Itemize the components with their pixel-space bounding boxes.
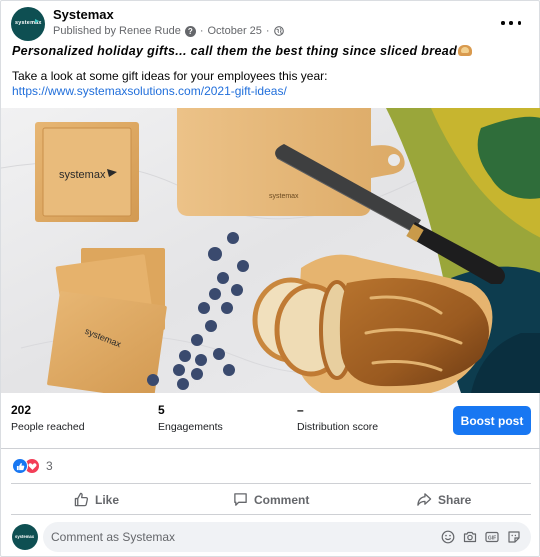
like-button[interactable]: Like (74, 484, 119, 515)
headline-text: Personalized holiday gifts... call them … (12, 44, 458, 58)
action-bar: Like Comment Share (11, 483, 531, 515)
share-icon (417, 493, 432, 506)
post-insights: 202 People reached 5 Engagements – Distr… (1, 393, 540, 449)
photo-brand-text: systemax (59, 169, 106, 181)
share-label: Share (438, 492, 472, 507)
like-icon (12, 458, 28, 474)
stat-label: Engagements (158, 421, 223, 433)
like-label: Like (95, 492, 120, 507)
post-meta: Published by Renee Rude ? · October 25 · (53, 25, 284, 37)
globe-icon (273, 26, 284, 36)
post-headline: Personalized holiday gifts... call them … (12, 44, 473, 58)
stat-label: Distribution score (297, 421, 379, 433)
avatar-logo-text: systemax (15, 534, 35, 539)
sticker-icon[interactable] (507, 530, 521, 544)
post-body: Take a look at some gift ideas for your … (12, 69, 328, 83)
post-header: systemax Systemax Published by Renee Rud… (11, 7, 529, 41)
gift-photo-image: systemax systemax systemax (1, 108, 540, 393)
stat-value: 5 (158, 403, 165, 417)
emoji-icon[interactable] (441, 530, 455, 544)
post-card: systemax Systemax Published by Renee Rud… (0, 0, 540, 557)
help-icon[interactable]: ? (184, 25, 196, 37)
post-link[interactable]: https://www.systemaxsolutions.com/2021-g… (12, 84, 287, 98)
stat-people-reached: 202 People reached (11, 403, 85, 433)
date-separator: · (265, 25, 270, 37)
stat-value: – (297, 403, 304, 417)
svg-text:GIF: GIF (488, 535, 496, 541)
logo-mark-icon (35, 19, 39, 23)
more-options-icon[interactable] (501, 13, 521, 33)
post-photo[interactable]: systemax systemax systemax (1, 108, 540, 393)
comment-input[interactable] (51, 522, 431, 552)
page-name[interactable]: Systemax (53, 7, 114, 22)
gif-icon[interactable]: GIF (485, 530, 499, 544)
reaction-count: 3 (46, 459, 53, 473)
reactions-summary[interactable]: 3 (12, 457, 53, 475)
post-date[interactable]: October 25 (207, 25, 261, 37)
stat-label: People reached (11, 421, 85, 433)
meta-separator: · (199, 25, 204, 37)
page-avatar[interactable]: systemax (11, 7, 45, 41)
comment-button[interactable]: Comment (233, 484, 309, 515)
stat-engagements: 5 Engagements (158, 403, 223, 433)
boost-post-button[interactable]: Boost post (453, 406, 531, 435)
thumbs-up-icon (74, 492, 89, 507)
comment-composer: GIF (43, 522, 531, 552)
commenter-avatar[interactable]: systemax (12, 524, 38, 550)
camera-icon[interactable] (463, 530, 477, 544)
bread-emoji-icon (458, 45, 473, 56)
comment-label: Comment (254, 492, 310, 507)
share-button[interactable]: Share (416, 484, 471, 515)
published-by[interactable]: Published by Renee Rude (53, 25, 181, 37)
svg-text:systemax: systemax (269, 193, 299, 200)
comment-icon (234, 493, 247, 506)
stat-value: 202 (11, 403, 32, 417)
stat-distribution-score: – Distribution score (297, 403, 378, 433)
